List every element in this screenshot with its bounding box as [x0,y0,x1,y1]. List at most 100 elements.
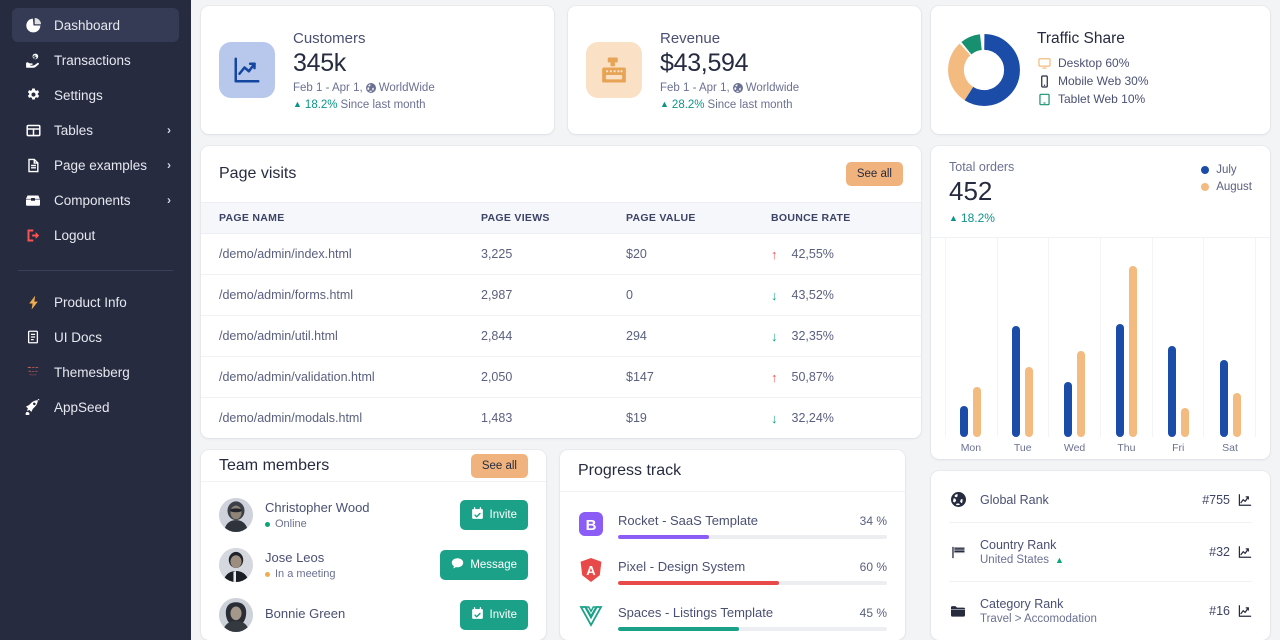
sidebar-item-appseed[interactable]: AppSeed [12,390,179,424]
list-item[interactable]: Category RankTravel > Accomodation#16 [949,582,1252,640]
page-title: Page visits [219,165,296,183]
pie-chart-icon [22,18,44,33]
bar-group-thu: Thu [1100,238,1152,459]
progress-name: Rocket - SaaS Template [618,513,758,528]
stat-title: Revenue [660,30,799,47]
stat-delta-value: 18.2% [305,99,338,111]
sparkline-icon[interactable] [1238,493,1252,507]
stat-card-revenue: Revenue $43,594 Feb 1 - Apr 1, Worldwide… [568,6,921,134]
orders-chart-legend: July August [1201,160,1252,225]
sidebar-item-label: Page examples [54,158,147,173]
message-button[interactable]: Message [440,550,528,580]
rank-value: #755 [1202,493,1230,507]
progress-percent: 60 % [860,560,887,574]
sidebar-item-page-examples[interactable]: Page examples › [12,148,179,182]
table-row[interactable]: /demo/admin/util.html2,844294↓32,35% [201,316,921,357]
arrow-down-icon: ↓ [771,330,778,343]
table-row[interactable]: /demo/admin/validation.html2,050$147↑50,… [201,357,921,398]
progress-track-card: Progress track B Rocket - SaaS Template 34… [560,450,905,640]
column-header-page-views: PAGE VIEWS [481,203,626,234]
table-icon [22,123,44,138]
cell-page-value: $19 [626,398,771,439]
cell-bounce-rate: ↓ 32,35% [771,329,921,343]
cell-page-name: /demo/admin/util.html [201,316,481,357]
bar-july-wed [1064,382,1072,437]
rank-value: #16 [1209,604,1230,618]
legend-item-august: August [1201,181,1252,193]
cell-page-value: $20 [626,234,771,275]
sparkline-icon[interactable] [1238,604,1252,618]
sidebar-item-label: Themesberg [54,365,130,380]
bar-august-tue [1025,367,1033,437]
caret-up-icon: ▲ [293,100,302,109]
sparkline-icon[interactable] [1238,545,1252,559]
chart-bars: MonTueWedThuFriSat [945,238,1256,459]
sidebar-item-components[interactable]: Components› [12,183,179,217]
chevron-right-icon[interactable]: › [167,193,171,207]
sidebar-item-settings[interactable]: Settings [12,78,179,112]
chevron-right-icon[interactable]: › [167,158,171,172]
see-all-button[interactable]: See all [471,454,528,478]
page-visits-table-body: /demo/admin/index.html3,225$20↑42,55%/de… [201,234,921,439]
member-name: Christopher Wood [265,500,448,515]
chart-line-icon [219,42,275,98]
sidebar-item-product-info[interactable]: Product Info [12,285,179,319]
stats-row: Customers 345k Feb 1 - Apr 1, WorldWide … [201,6,921,134]
legend-label: August [1216,181,1252,193]
see-all-button[interactable]: See all [846,162,903,186]
sidebar-item-themesberg[interactable]: Themesberg [12,355,179,389]
bounce-rate-value: 43,52% [792,288,834,302]
bounce-rate-value: 32,24% [792,411,834,425]
sidebar-item-ui-docs[interactable]: UI Docs [12,320,179,354]
sidebar-item-logout[interactable]: Logout [12,218,179,252]
bootstrap-icon: B [578,511,604,537]
main-content: Customers 345k Feb 1 - Apr 1, WorldWide … [191,0,1280,640]
column-header-bounce-rate: BOUNCE RATE [771,203,921,234]
tablet-icon [1037,93,1051,106]
traffic-share-title: Traffic Share [1037,30,1254,48]
cell-bounce-rate: ↑50,87% [771,370,921,384]
table-row[interactable]: /demo/admin/modals.html1,483$19↓32,24% [201,398,921,439]
chevron-right-icon[interactable]: › [167,123,171,137]
table-row[interactable]: /demo/admin/index.html3,225$20↑42,55% [201,234,921,275]
sidebar-item-label: Transactions [54,53,131,68]
sidebar-item-label: Logout [54,228,95,243]
sidebar-item-transactions[interactable]: Transactions [12,43,179,77]
progress-track-header: Progress track [560,450,905,492]
stat-card-customers: Customers 345k Feb 1 - Apr 1, WorldWide … [201,6,554,134]
invite-button[interactable]: Invite [460,500,529,530]
stat-period: Feb 1 - Apr 1, Worldwide [660,82,799,94]
logout-icon [22,228,44,243]
table-row[interactable]: /demo/admin/forms.html2,9870↓43,52% [201,275,921,316]
avatar [219,598,253,632]
bounce-rate-value: 32,35% [792,329,834,343]
list-item: Bonnie GreenInvite [219,590,528,640]
list-item[interactable]: Global Rank#755 [949,477,1252,523]
legend-item-july: July [1201,164,1252,176]
invite-button[interactable]: Invite [460,600,529,630]
sidebar-item-label: Product Info [54,295,127,310]
legend-dot-august [1201,183,1209,191]
stat-delta: ▲ 28.2% Since last month [660,99,799,111]
list-item: B Rocket - SaaS Template 34 % [578,502,887,548]
progress-percent: 34 % [860,514,887,528]
member-status: In a meeting [265,568,428,580]
sidebar-item-label: Dashboard [54,18,120,33]
stat-delta-value: 28.2% [672,99,705,111]
sidebar-item-tables[interactable]: Tables› [12,113,179,147]
total-orders-value: 452 [949,176,1014,207]
stat-delta: ▲ 18.2% Since last month [293,99,435,111]
cell-page-name: /demo/admin/index.html [201,234,481,275]
sidebar-item-dashboard[interactable]: Dashboard [12,8,179,42]
list-item[interactable]: Country RankUnited States▲#32 [949,523,1252,582]
progress-bar [618,581,887,585]
x-axis-label: Mon [961,437,981,459]
list-item: Spaces - Listings Template45 % [578,594,887,640]
stat-value: 345k [293,49,435,78]
stat-period-text: Feb 1 - Apr 1, [293,82,363,94]
cell-page-name: /demo/admin/validation.html [201,357,481,398]
sidebar-divider [18,270,173,271]
team-members-list: Christopher WoodOnlineInviteJose LeosIn … [201,482,546,640]
caret-up-icon: ▲ [949,213,958,223]
progress-track-list: BRocket - SaaS Template34 %APixel - Desi… [560,492,905,640]
